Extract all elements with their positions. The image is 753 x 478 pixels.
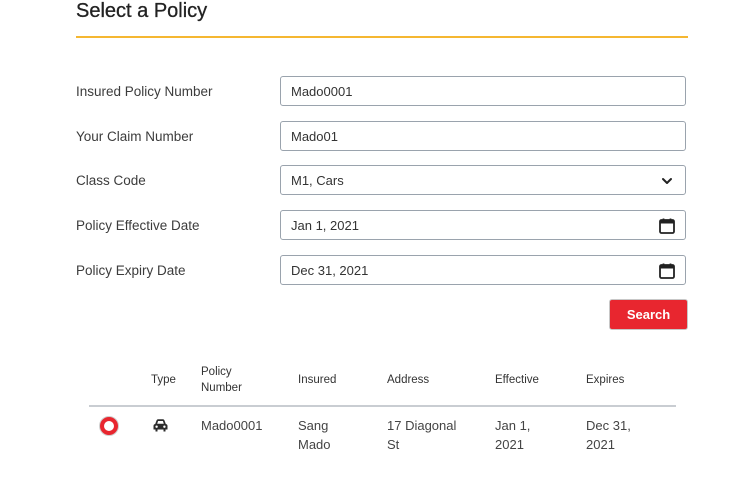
effective-date-input[interactable]: Jan 1, 2021 <box>280 210 686 240</box>
effective-date-label: Policy Effective Date <box>76 218 200 233</box>
cell-effective: Jan 1, 2021 <box>495 416 530 454</box>
row-select-radio[interactable] <box>99 416 119 436</box>
class-code-row: Class Code M1, Cars <box>76 165 688 197</box>
class-code-label: Class Code <box>76 173 146 188</box>
class-code-value: M1, Cars <box>291 173 344 188</box>
calendar-icon[interactable] <box>658 217 676 235</box>
column-header-insured: Insured <box>298 374 337 386</box>
title-divider <box>76 36 688 38</box>
cell-insured: Sang Mado <box>298 416 331 454</box>
column-header-policy-number: Policy Number <box>201 364 242 396</box>
cell-address: 17 Diagonal St <box>387 416 456 454</box>
chevron-down-icon <box>662 178 672 184</box>
column-header-expires: Expires <box>586 374 625 386</box>
expiry-date-row: Policy Expiry Date Dec 31, 2021 <box>76 255 688 287</box>
column-header-policy-number-line1: Policy <box>201 366 232 378</box>
expiry-date-label: Policy Expiry Date <box>76 263 186 278</box>
column-header-type: Type <box>151 374 176 386</box>
cell-address-line2: St <box>387 437 400 452</box>
calendar-icon[interactable] <box>658 262 676 280</box>
cell-expires: Dec 31, 2021 <box>586 416 631 454</box>
expiry-date-value: Dec 31, 2021 <box>291 263 369 278</box>
column-header-address: Address <box>387 374 430 386</box>
column-header-effective: Effective <box>495 374 539 386</box>
claim-number-row: Your Claim Number Mado01 <box>76 121 688 153</box>
cell-expires-line2: 2021 <box>586 437 615 452</box>
car-icon <box>153 419 168 432</box>
table-header-divider <box>89 405 676 407</box>
class-code-select[interactable]: M1, Cars <box>280 165 686 195</box>
expiry-date-input[interactable]: Dec 31, 2021 <box>280 255 686 285</box>
search-button[interactable]: Search <box>609 299 688 330</box>
page-title: Select a Policy <box>76 0 208 22</box>
effective-date-row: Policy Effective Date Jan 1, 2021 <box>76 210 688 242</box>
policy-number-label: Insured Policy Number <box>76 84 213 99</box>
effective-date-value: Jan 1, 2021 <box>291 218 359 233</box>
claim-number-label: Your Claim Number <box>76 129 194 144</box>
cell-address-line1: 17 Diagonal <box>387 418 457 433</box>
cell-policy-number: Mado0001 <box>201 418 263 433</box>
cell-expires-line1: Dec 31, <box>586 418 631 433</box>
claim-number-input[interactable]: Mado01 <box>280 121 686 151</box>
cell-effective-line1: Jan 1, <box>495 418 531 433</box>
column-header-policy-number-line2: Number <box>201 382 242 394</box>
cell-effective-line2: 2021 <box>495 437 524 452</box>
policy-number-row: Insured Policy Number Mado0001 <box>76 76 688 108</box>
policy-number-input[interactable]: Mado0001 <box>280 76 686 106</box>
claim-number-value: Mado01 <box>291 129 338 144</box>
cell-insured-line1: Sang <box>298 418 329 433</box>
cell-insured-line2: Mado <box>298 437 331 452</box>
policy-number-value: Mado0001 <box>291 84 353 99</box>
